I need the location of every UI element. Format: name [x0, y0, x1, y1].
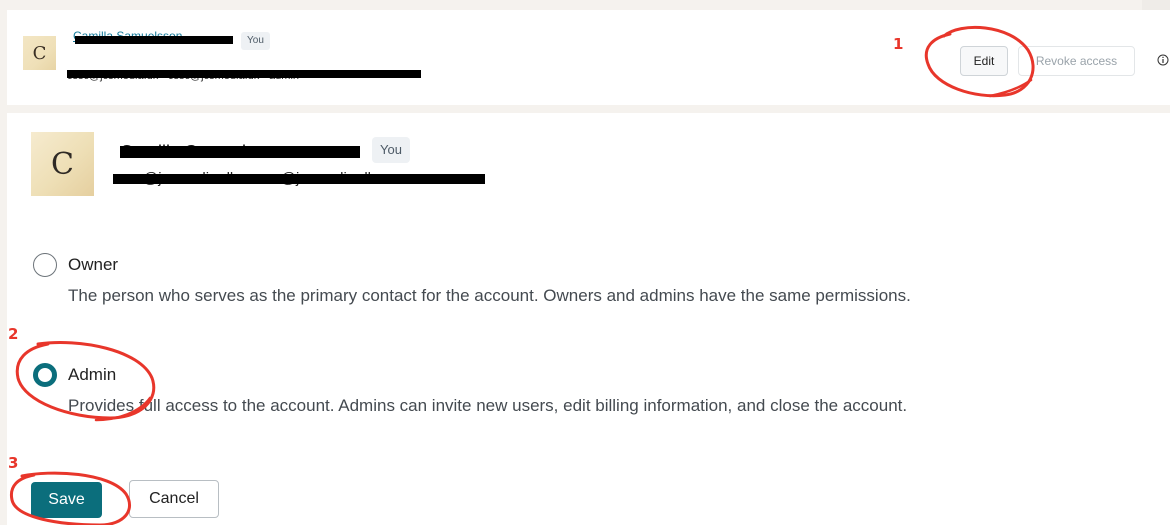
- avatar: C: [31, 132, 94, 196]
- avatar: C: [23, 36, 56, 70]
- role-label: Owner: [68, 255, 119, 274]
- redaction-bar: [113, 174, 485, 184]
- user-row: C Camilla Samuelsson You cssc@jcsmedia.d…: [7, 10, 1170, 105]
- step-number: 3: [8, 454, 19, 472]
- step-number: 2: [8, 325, 19, 343]
- role-label: Admin: [68, 365, 117, 384]
- role-description: The person who serves as the primary con…: [68, 286, 911, 305]
- you-badge: You: [241, 32, 270, 50]
- edit-button[interactable]: Edit: [960, 46, 1008, 76]
- save-button[interactable]: Save: [31, 482, 102, 518]
- cancel-button[interactable]: Cancel: [129, 480, 219, 518]
- info-icon[interactable]: [1157, 54, 1169, 66]
- role-description: Provides full access to the account. Adm…: [68, 396, 908, 415]
- top-edge: [1142, 0, 1170, 10]
- step-number: 1: [893, 35, 904, 53]
- redaction-bar: [67, 70, 421, 78]
- admin-radio[interactable]: [33, 363, 57, 387]
- edit-user-card: C Camilla Samuelsson You cssc@jcsmedia.d…: [7, 113, 1170, 525]
- owner-radio[interactable]: [33, 253, 57, 277]
- you-badge: You: [372, 137, 410, 163]
- redaction-bar: [75, 36, 233, 44]
- redaction-bar: [120, 146, 360, 158]
- revoke-access-button[interactable]: Revoke access: [1018, 46, 1135, 76]
